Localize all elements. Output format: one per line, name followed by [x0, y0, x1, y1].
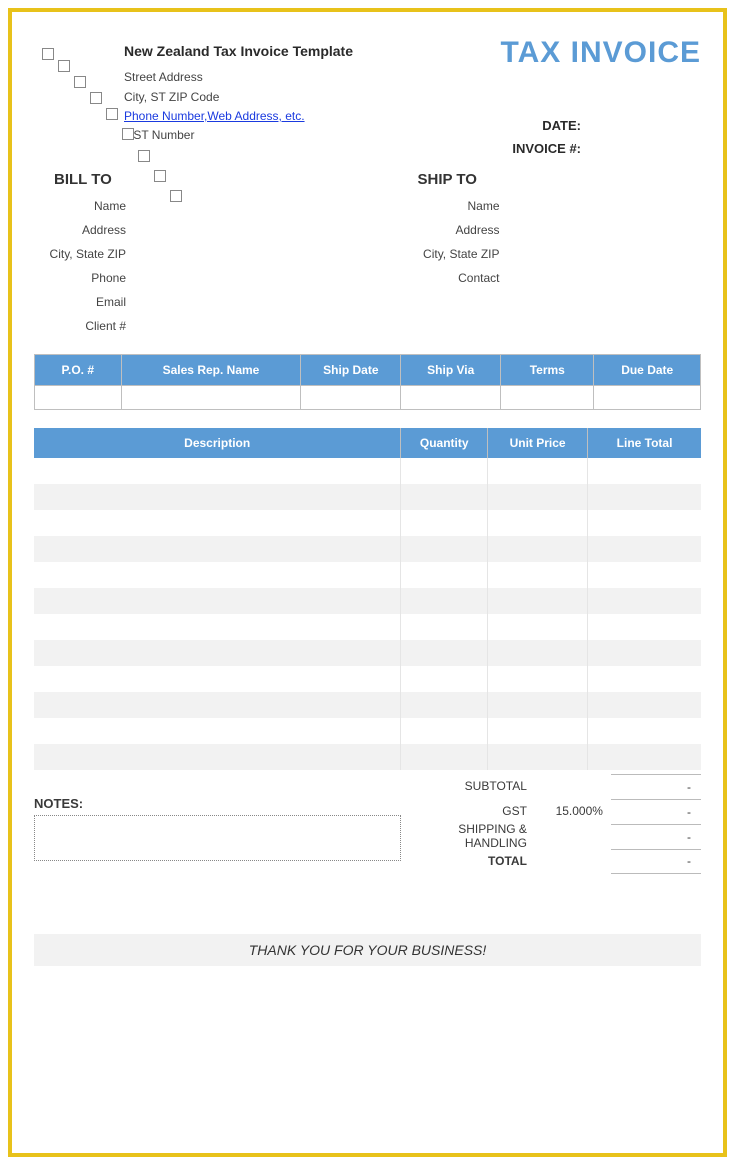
totals-block: SUBTOTAL - GST 15.000% - SHIPPING & HAND…	[401, 774, 701, 874]
total-value: -	[611, 849, 701, 874]
terms-header: Terms	[501, 354, 594, 385]
contact-link[interactable]: Phone Number,Web Address, etc.	[124, 109, 305, 123]
bill-email-label: Email	[34, 290, 134, 314]
parties: BILL TO Name Address City, State ZIP Pho…	[34, 171, 701, 338]
date-label: DATE:	[501, 114, 581, 137]
bill-client-label: Client #	[34, 314, 134, 338]
reference-row	[35, 385, 701, 409]
invoice-frame: New Zealand Tax Invoice Template Street …	[8, 8, 727, 1157]
gst-percent: 15.000%	[539, 804, 611, 818]
city-state-zip: City, ST ZIP Code	[124, 88, 353, 107]
item-row	[34, 718, 701, 744]
ship-to-block: SHIP TO Name Address City, State ZIP Con…	[368, 171, 702, 338]
ship-contact-label: Contact	[368, 266, 508, 290]
subtotal-value: -	[611, 774, 701, 799]
bill-to-block: BILL TO Name Address City, State ZIP Pho…	[34, 171, 368, 338]
ship-address-label: Address	[368, 218, 508, 242]
gst-label: GST	[401, 804, 539, 818]
bill-city-label: City, State ZIP	[34, 242, 134, 266]
item-row	[34, 640, 701, 666]
item-row	[34, 484, 701, 510]
deco-square	[42, 48, 54, 60]
ship-to-title: SHIP TO	[368, 171, 702, 188]
bill-address-label: Address	[34, 218, 134, 242]
shipvia-cell[interactable]	[401, 385, 501, 409]
item-row	[34, 536, 701, 562]
notes-block: NOTES:	[34, 774, 401, 874]
street-address: Street Address	[124, 68, 353, 87]
invoice-number-label: INVOICE #:	[501, 137, 581, 160]
item-row	[34, 588, 701, 614]
item-row	[34, 562, 701, 588]
bill-to-title: BILL TO	[34, 171, 368, 188]
ship-name-label: Name	[368, 194, 508, 218]
description-header: Description	[34, 428, 401, 458]
notes-input[interactable]	[34, 815, 401, 861]
salesrep-header: Sales Rep. Name	[121, 354, 301, 385]
deco-square	[138, 150, 150, 162]
terms-cell[interactable]	[501, 385, 594, 409]
deco-square	[74, 76, 86, 88]
gst-value: -	[611, 799, 701, 824]
item-row	[34, 510, 701, 536]
total-label: TOTAL	[401, 854, 539, 868]
shipvia-header: Ship Via	[401, 354, 501, 385]
item-row	[34, 458, 701, 484]
shipping-value: -	[611, 824, 701, 849]
deco-square	[90, 92, 102, 104]
item-row	[34, 692, 701, 718]
reference-table: P.O. # Sales Rep. Name Ship Date Ship Vi…	[34, 354, 701, 410]
gst-number: GST Number	[124, 126, 353, 145]
gst-row: GST 15.000% -	[401, 799, 701, 824]
deco-square	[154, 170, 166, 182]
ship-city-label: City, State ZIP	[368, 242, 508, 266]
company-block: New Zealand Tax Invoice Template Street …	[124, 40, 353, 145]
item-row	[34, 744, 701, 770]
total-row: TOTAL -	[401, 849, 701, 874]
bill-phone-label: Phone	[34, 266, 134, 290]
deco-square	[106, 108, 118, 120]
po-cell[interactable]	[35, 385, 122, 409]
footer-message: THANK YOU FOR YOUR BUSINESS!	[34, 934, 701, 966]
bill-name-label: Name	[34, 194, 134, 218]
salesrep-cell[interactable]	[121, 385, 301, 409]
po-header: P.O. #	[35, 354, 122, 385]
header: New Zealand Tax Invoice Template Street …	[34, 40, 701, 161]
quantity-header: Quantity	[401, 428, 488, 458]
linetotal-header: Line Total	[588, 428, 701, 458]
document-title: TAX INVOICE	[501, 36, 701, 70]
unitprice-header: Unit Price	[488, 428, 588, 458]
shipdate-header: Ship Date	[301, 354, 401, 385]
shipdate-cell[interactable]	[301, 385, 401, 409]
deco-square	[170, 190, 182, 202]
shipping-row: SHIPPING & HANDLING -	[401, 824, 701, 849]
shipping-label: SHIPPING & HANDLING	[401, 822, 539, 850]
item-row	[34, 666, 701, 692]
duedate-cell[interactable]	[594, 385, 701, 409]
duedate-header: Due Date	[594, 354, 701, 385]
item-row	[34, 614, 701, 640]
notes-label: NOTES:	[34, 796, 401, 811]
company-name: New Zealand Tax Invoice Template	[124, 40, 353, 62]
line-items-table: Description Quantity Unit Price Line Tot…	[34, 428, 701, 770]
subtotal-row: SUBTOTAL -	[401, 774, 701, 799]
meta-block: DATE: INVOICE #:	[501, 114, 581, 161]
deco-square	[58, 60, 70, 72]
subtotal-label: SUBTOTAL	[401, 779, 539, 793]
deco-square	[122, 128, 134, 140]
bottom-section: NOTES: SUBTOTAL - GST 15.000% - SHIPPING…	[34, 774, 701, 874]
